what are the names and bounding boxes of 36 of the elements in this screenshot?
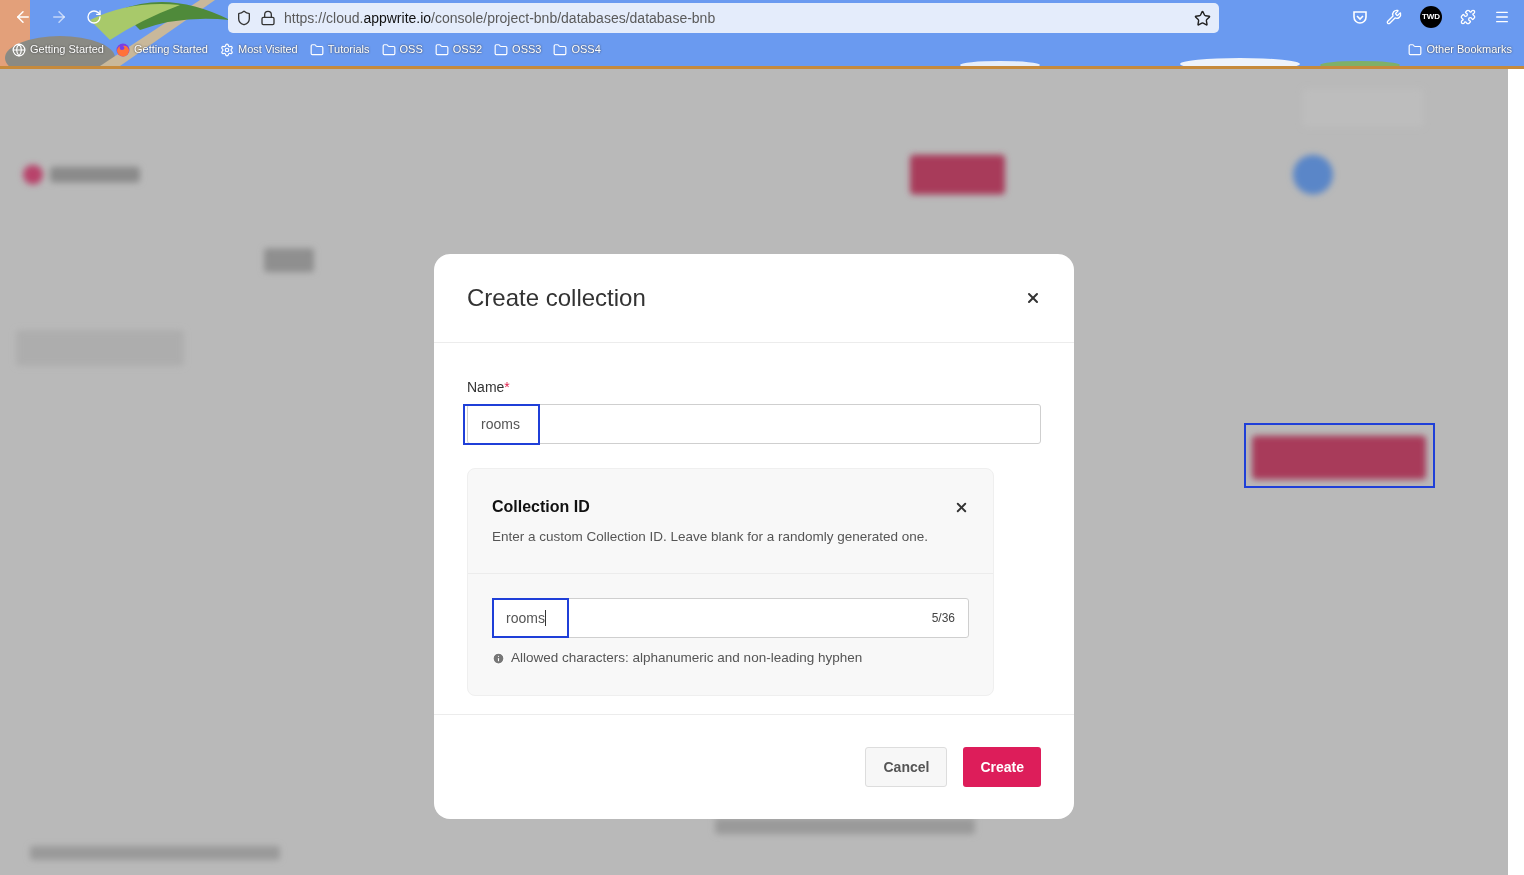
folder-icon — [1408, 42, 1423, 57]
globe-icon — [12, 42, 26, 57]
pocket-icon[interactable] — [1352, 8, 1368, 25]
wrench-icon[interactable] — [1386, 8, 1402, 25]
dialog-title: Create collection — [467, 283, 646, 313]
folder-icon — [381, 42, 396, 57]
gear-icon — [220, 42, 234, 57]
url-text: https://cloud.appwrite.io/console/project-bnb/databases/database-bnb — [284, 8, 716, 28]
bookmark-item[interactable]: OSS4 — [553, 41, 601, 58]
folder-icon — [309, 42, 324, 57]
info-icon — [492, 651, 505, 665]
bookmark-item[interactable]: OSS — [381, 41, 423, 58]
create-button[interactable]: Create — [963, 747, 1041, 787]
folder-icon — [494, 42, 509, 57]
folder-icon — [553, 42, 568, 57]
bookmark-item[interactable]: Most Visited — [220, 41, 298, 58]
reload-icon[interactable] — [86, 8, 102, 25]
field-label: Name* — [467, 378, 511, 397]
folder-icon — [434, 42, 449, 57]
bookmark-item[interactable]: OSS2 — [434, 41, 483, 58]
bookmark-item[interactable]: Tutorials — [309, 41, 370, 58]
lock-icon — [260, 10, 276, 26]
bookmark-star-icon[interactable] — [1194, 9, 1211, 27]
extensions-icon[interactable] — [1460, 8, 1476, 25]
hint-text: Allowed characters: alphanumeric and non-leading hyphen — [511, 649, 863, 668]
collection-id-input[interactable]: rooms 5/36 — [492, 598, 969, 639]
fox-globe-icon — [116, 42, 130, 57]
cancel-button[interactable]: Cancel — [865, 747, 948, 787]
address-bar[interactable]: https://cloud.appwrite.io/console/project-bnb/databases/database-bnb — [228, 3, 1219, 33]
other-bookmarks[interactable]: Other Bookmarks — [1408, 41, 1512, 58]
character-counter: 5/36 — [931, 610, 955, 628]
close-icon[interactable] — [1025, 290, 1041, 306]
bookmark-item[interactable]: OSS3 — [494, 41, 542, 58]
card-title: Collection ID — [492, 497, 590, 517]
shield-icon — [236, 10, 252, 26]
card-description: Enter a custom Collection ID. Leave blank for a randomly generated one. — [492, 528, 929, 546]
